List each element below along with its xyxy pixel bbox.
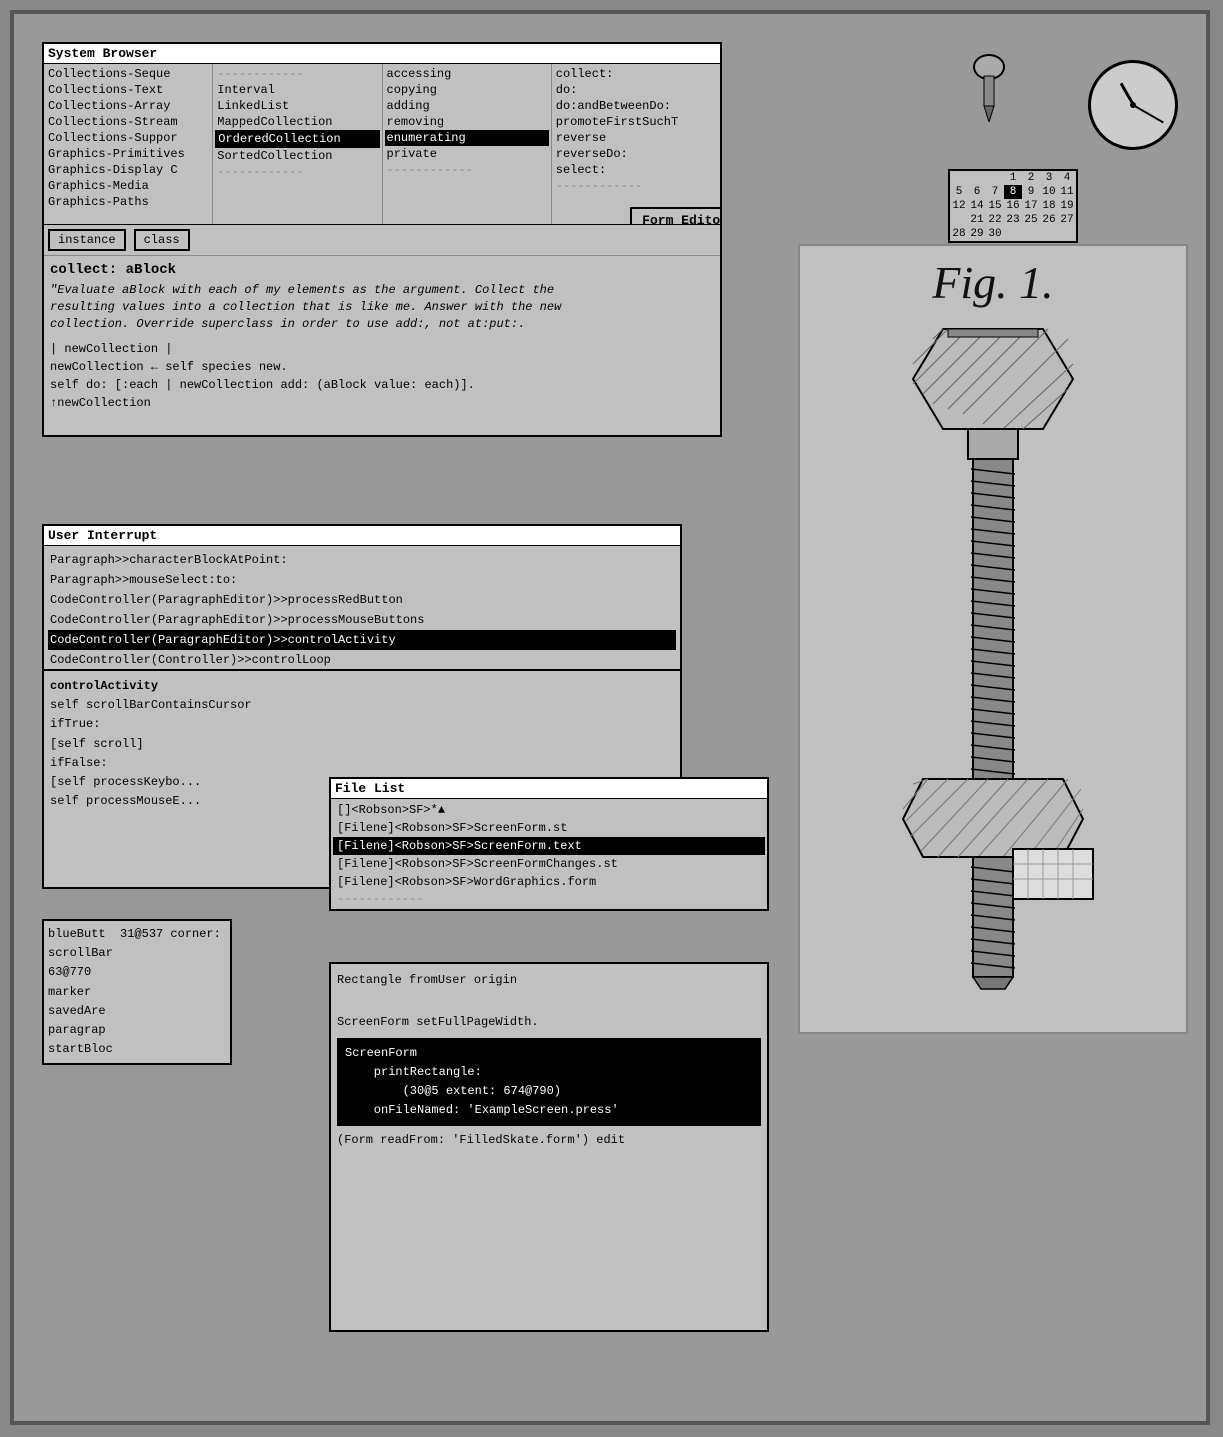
category-item[interactable]: Graphics-Paths	[46, 194, 210, 210]
method-item[interactable]: select:	[554, 162, 718, 178]
paragraph-label: paragrap	[48, 1023, 106, 1037]
method-item[interactable]: reverseDo:	[554, 146, 718, 162]
method-item[interactable]: ------------	[554, 178, 718, 194]
categories-panel[interactable]: Collections-Seque Collections-Text Colle…	[44, 64, 213, 224]
protocol-item[interactable]: copying	[385, 82, 549, 98]
class-item[interactable]: SortedCollection	[215, 148, 379, 164]
bolt-svg	[803, 309, 1183, 1009]
file-list-title: File List	[331, 779, 767, 799]
stack-item[interactable]: CodeController(Controller)>>controlLoop	[48, 650, 676, 670]
stack-trace: Paragraph>>characterBlockAtPoint: Paragr…	[44, 546, 680, 674]
file-item[interactable]: [Filene]<Robson>SF>WordGraphics.form	[333, 873, 765, 891]
protocol-item[interactable]: accessing	[385, 66, 549, 82]
class-item[interactable]: ------------	[215, 66, 379, 82]
main-container: System Browser Collections-Seque Collect…	[10, 10, 1210, 1425]
protocol-item[interactable]: removing	[385, 114, 549, 130]
method-name: controlActivity	[50, 677, 674, 696]
file-item[interactable]: [Filene]<Robson>SF>ScreenFormChanges.st	[333, 855, 765, 873]
saved-area-label: savedAre	[48, 1004, 106, 1018]
file-list-window: File List []<Robson>SF>*▲ [Filene]<Robso…	[329, 777, 769, 911]
protocol-item[interactable]: ------------	[385, 162, 549, 178]
code-line: Rectangle fromUser origin	[337, 970, 761, 991]
class-item[interactable]: Interval	[215, 82, 379, 98]
clock-minute-hand	[1133, 104, 1164, 123]
instance-info-content: blueButt 31@537 corner: scrollBar 63@770…	[44, 921, 230, 1063]
methods-panel[interactable]: collect: do: do:andBetweenDo: promoteFir…	[552, 64, 720, 224]
method-comment: "Evaluate aBlock with each of my element…	[50, 282, 714, 332]
code-area-content: Rectangle fromUser origin ScreenForm set…	[331, 964, 767, 1158]
code-line	[337, 991, 761, 1012]
method-item[interactable]: do:andBetweenDo:	[554, 98, 718, 114]
calendar-widget: 1 2 3 4 5 6 7 8 9 10 11 12 14 15 16 17 1…	[948, 169, 1078, 243]
fig-illustration-area: Fig. 1.	[798, 244, 1188, 1034]
class-item[interactable]: ------------	[215, 164, 379, 180]
category-item[interactable]: Collections-Array	[46, 98, 210, 114]
protocol-item[interactable]: private	[385, 146, 549, 162]
user-interrupt-title: User Interrupt	[44, 526, 680, 546]
category-item[interactable]: Graphics-Media	[46, 178, 210, 194]
method-code: | newCollection | newCollection ← self s…	[50, 340, 714, 412]
instance-button[interactable]: instance	[48, 229, 126, 251]
class-item[interactable]: LinkedList	[215, 98, 379, 114]
method-item[interactable]: collect:	[554, 66, 718, 82]
browser-panels: Collections-Seque Collections-Text Colle…	[44, 64, 720, 225]
category-item[interactable]: Collections-Seque	[46, 66, 210, 82]
blue-button-value: 31@537 corner:	[120, 927, 221, 941]
stack-item-selected[interactable]: CodeController(ParagraphEditor)>>control…	[48, 630, 676, 650]
file-item[interactable]: []<Robson>SF>*▲	[333, 801, 765, 819]
class-item-ordered-collection[interactable]: OrderedCollection	[215, 130, 379, 148]
system-browser-window: System Browser Collections-Seque Collect…	[42, 42, 722, 437]
blue-button-label: blueButt	[48, 927, 106, 941]
protocols-panel[interactable]: accessing copying adding removing enumer…	[383, 64, 552, 224]
pen-icon	[964, 52, 1014, 126]
code-area-window: Rectangle fromUser origin ScreenForm set…	[329, 962, 769, 1332]
file-list-content: []<Robson>SF>*▲ [Filene]<Robson>SF>Scree…	[331, 799, 767, 909]
scroll-bar-value: 63@770	[48, 965, 91, 979]
instance-info-window: blueButt 31@537 corner: scrollBar 63@770…	[42, 919, 232, 1065]
fig-title: Fig. 1.	[800, 246, 1186, 309]
clock-center	[1130, 102, 1136, 108]
marker-label: marker	[48, 985, 91, 999]
code-line: ScreenForm setFullPageWidth.	[337, 1012, 761, 1033]
stack-item[interactable]: CodeController(ParagraphEditor)>>process…	[48, 590, 676, 610]
category-item[interactable]: Collections-Stream	[46, 114, 210, 130]
category-item[interactable]: Graphics-Display C	[46, 162, 210, 178]
method-description: collect: aBlock "Evaluate aBlock with ea…	[44, 255, 720, 435]
stack-item[interactable]: CodeController(ParagraphEditor)>>process…	[48, 610, 676, 630]
category-item[interactable]: Collections-Text	[46, 82, 210, 98]
method-header: collect: aBlock	[50, 262, 714, 278]
stack-item[interactable]: Paragraph>>mouseSelect:to:	[48, 570, 676, 590]
classes-panel[interactable]: ------------ Interval LinkedList MappedC…	[213, 64, 382, 224]
form-editor-label: Form Editor	[630, 207, 720, 224]
code-black-box: ScreenForm printRectangle: (30@5 extent:…	[337, 1038, 761, 1127]
stack-item[interactable]: Paragraph>>characterBlockAtPoint:	[48, 550, 676, 570]
category-item[interactable]: Graphics-Primitives	[46, 146, 210, 162]
clock-widget	[1088, 60, 1178, 150]
browser-buttons: instance class	[44, 225, 720, 255]
class-button[interactable]: class	[134, 229, 190, 251]
method-item[interactable]: do:	[554, 82, 718, 98]
class-item[interactable]: MappedCollection	[215, 114, 379, 130]
calendar-body: 1 2 3 4 5 6 7 8 9 10 11 12 14 15 16 17 1…	[950, 171, 1076, 241]
method-item[interactable]: promoteFirstSuchT	[554, 114, 718, 130]
file-item-selected[interactable]: [Filene]<Robson>SF>ScreenForm.text	[333, 837, 765, 855]
protocol-item[interactable]: adding	[385, 98, 549, 114]
scroll-bar-label: scrollBar	[48, 946, 113, 960]
system-browser-title: System Browser	[44, 44, 720, 64]
code-line-below: (Form readFrom: 'FilledSkate.form') edit	[337, 1130, 761, 1151]
method-item[interactable]: reverse	[554, 130, 718, 146]
start-block-label: startBloc	[48, 1042, 113, 1056]
file-list-separator: ------------	[333, 891, 765, 907]
category-item[interactable]: Collections-Suppor	[46, 130, 210, 146]
protocol-item-enumerating[interactable]: enumerating	[385, 130, 549, 146]
file-item[interactable]: [Filene]<Robson>SF>ScreenForm.st	[333, 819, 765, 837]
user-interrupt-window: User Interrupt Paragraph>>characterBlock…	[42, 524, 682, 676]
